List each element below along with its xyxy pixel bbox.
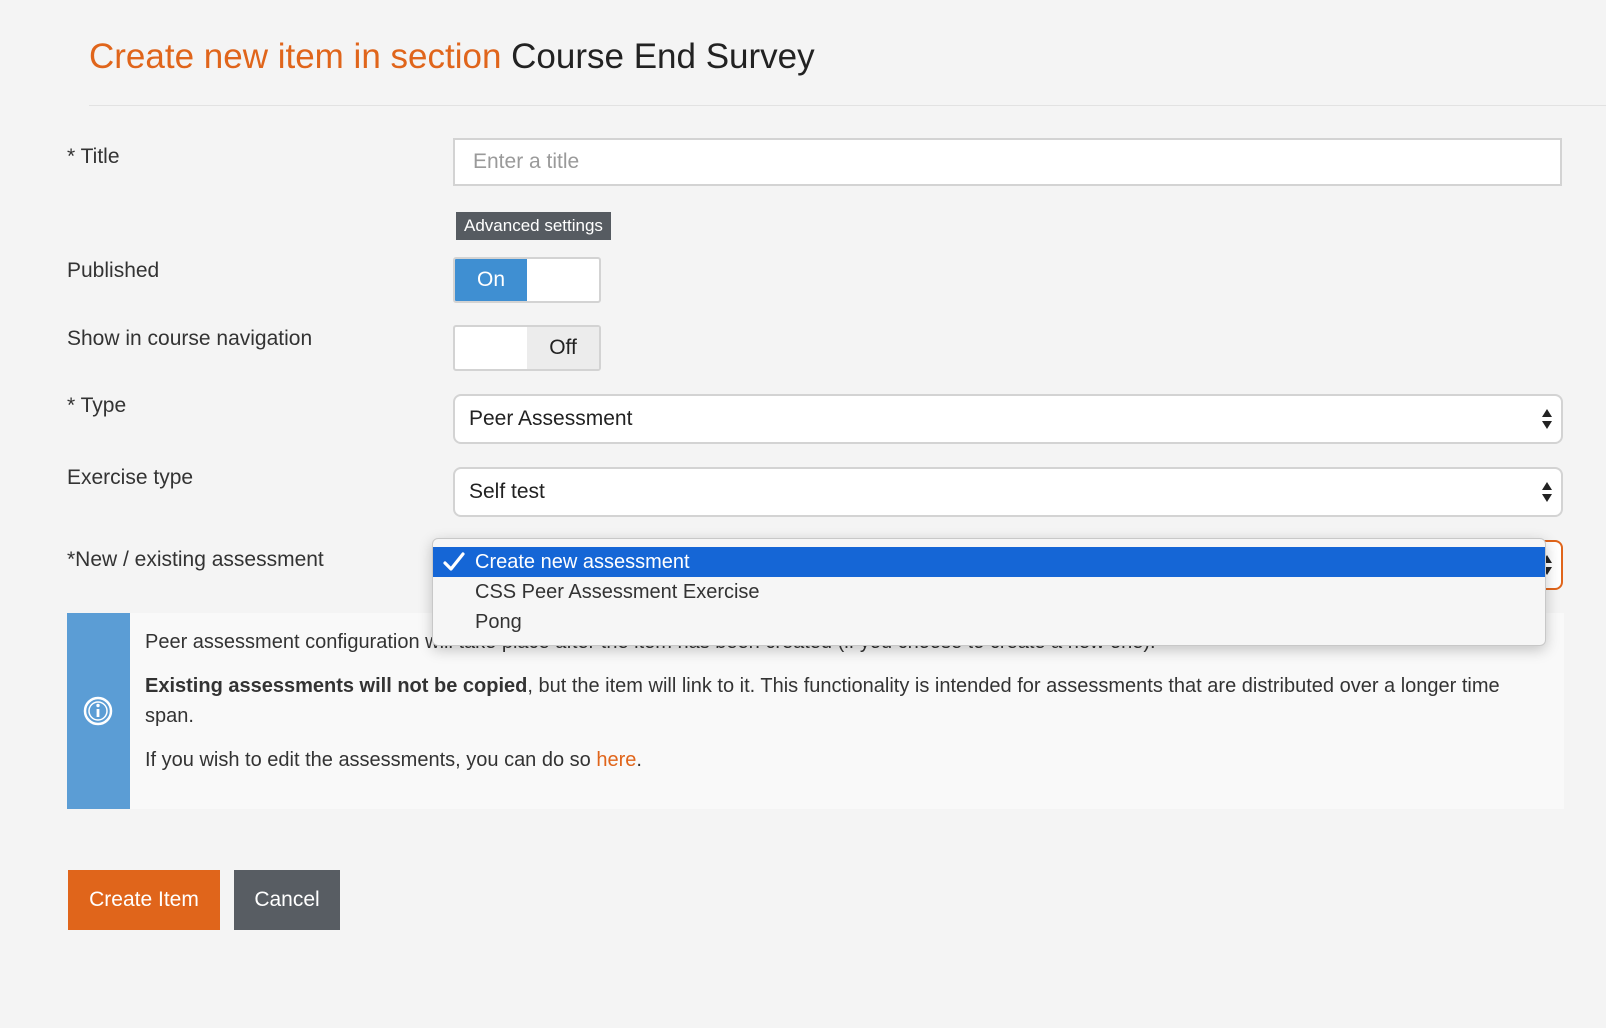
create-item-button[interactable]: Create Item: [68, 870, 220, 930]
title-input[interactable]: [453, 138, 1562, 186]
show-in-nav-toggle[interactable]: Off: [453, 325, 601, 371]
dropdown-option-label: Pong: [475, 611, 522, 633]
advanced-settings-button[interactable]: Advanced settings: [456, 212, 611, 240]
heading-divider: [89, 105, 1606, 106]
title-label: * Title: [67, 145, 120, 168]
dropdown-option-css-peer[interactable]: CSS Peer Assessment Exercise: [433, 577, 1545, 607]
info-icon: [83, 696, 113, 726]
exercise-type-select[interactable]: Self test: [453, 467, 1563, 517]
toggle-blank-segment: [527, 259, 599, 301]
check-icon: [443, 552, 465, 571]
type-select-value: Peer Assessment: [469, 407, 633, 430]
dropdown-option-label: CSS Peer Assessment Exercise: [475, 581, 760, 603]
info-paragraph-2: Existing assessments will not be copied,…: [145, 671, 1534, 731]
section-name: Course End Survey: [511, 37, 815, 76]
exercise-type-label: Exercise type: [67, 466, 194, 489]
assessment-dropdown-menu: Create new assessment CSS Peer Assessmen…: [432, 538, 1546, 646]
toggle-on-segment: On: [455, 259, 527, 301]
toggle-off-segment: Off: [527, 327, 599, 369]
info-paragraph-1-text: Peer assessment configuration: [145, 631, 420, 653]
published-toggle[interactable]: On: [453, 257, 601, 303]
info-paragraph-2-bold: Existing assessments will not be copied: [145, 675, 528, 697]
dropdown-option-create-new[interactable]: Create new assessment: [433, 547, 1545, 577]
info-callout-body: Peer assessment configuration will take …: [145, 627, 1534, 789]
type-select[interactable]: Peer Assessment: [453, 394, 1563, 444]
dropdown-option-label: Create new assessment: [475, 551, 690, 573]
published-label: Published: [67, 259, 160, 282]
info-paragraph-3: If you wish to edit the assessments, you…: [145, 745, 1534, 775]
info-callout-bar: [67, 613, 130, 809]
info-paragraph-3-text: If you wish to edit the assessments, you…: [145, 749, 597, 771]
edit-assessments-link[interactable]: here: [596, 749, 636, 771]
cancel-button[interactable]: Cancel: [234, 870, 340, 930]
type-label: * Type: [67, 394, 127, 417]
page-heading: Create new item in section Course End Su…: [89, 32, 815, 82]
heading-prefix: Create new item in section: [89, 37, 502, 76]
assessment-label: *New / existing assessment: [67, 548, 324, 571]
select-arrows-icon: [1542, 409, 1552, 429]
select-arrows-icon: [1542, 482, 1552, 502]
exercise-type-select-value: Self test: [469, 480, 545, 503]
dropdown-option-pong[interactable]: Pong: [433, 607, 1545, 637]
toggle-blank-segment: [455, 327, 527, 369]
show-in-nav-label: Show in course navigation: [67, 327, 313, 350]
info-paragraph-3-end: .: [636, 749, 642, 771]
